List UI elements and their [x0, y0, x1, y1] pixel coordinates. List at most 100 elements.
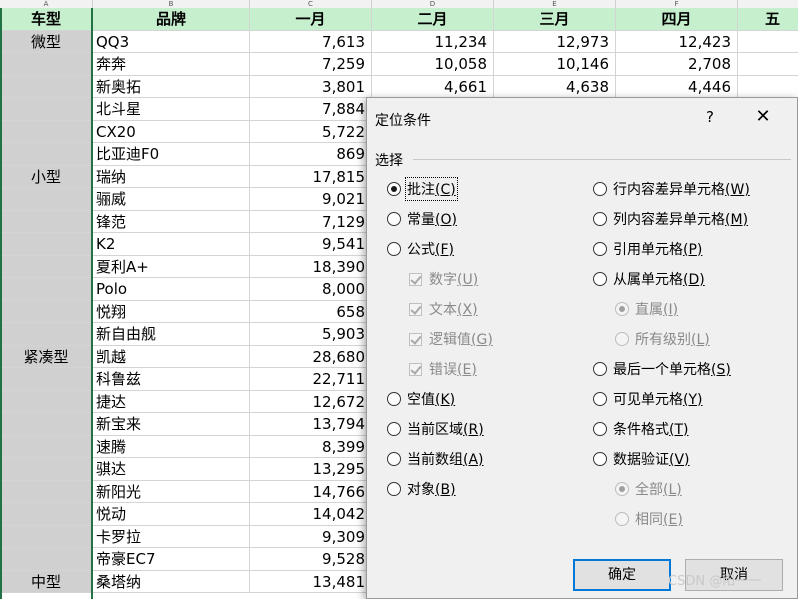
- column-letter[interactable]: E: [494, 0, 616, 8]
- table-cell[interactable]: 帝豪EC7: [93, 548, 250, 571]
- close-icon[interactable]: ✕: [751, 106, 775, 127]
- radio-option[interactable]: 列内容差异单元格(M): [593, 209, 748, 229]
- table-cell[interactable]: 9,309: [250, 525, 372, 548]
- table-cell[interactable]: 9,021: [250, 188, 372, 211]
- radio-option[interactable]: 从属单元格(D): [593, 269, 705, 289]
- table-cell[interactable]: [0, 413, 93, 436]
- table-cell[interactable]: 悦翔: [93, 300, 250, 323]
- column-letter[interactable]: A: [0, 0, 93, 8]
- table-cell[interactable]: 9,541: [250, 233, 372, 256]
- radio-option[interactable]: 常量(O): [387, 209, 457, 229]
- table-cell[interactable]: [0, 255, 93, 278]
- table-cell[interactable]: 11,234: [372, 30, 494, 53]
- radio-option[interactable]: 可见单元格(Y): [593, 389, 703, 409]
- table-cell[interactable]: [0, 300, 93, 323]
- table-cell[interactable]: 658: [250, 300, 372, 323]
- table-cell[interactable]: 桑塔纳: [93, 570, 250, 593]
- table-cell[interactable]: [0, 120, 93, 143]
- header-cell[interactable]: 二月: [372, 8, 494, 31]
- column-letter[interactable]: F: [616, 0, 738, 8]
- table-cell[interactable]: 8,000: [250, 278, 372, 301]
- table-cell[interactable]: [0, 210, 93, 233]
- table-cell[interactable]: 锋范: [93, 210, 250, 233]
- table-cell[interactable]: [738, 76, 798, 98]
- table-cell[interactable]: 2,708: [616, 53, 738, 76]
- radio-option[interactable]: 当前数组(A): [387, 449, 484, 469]
- table-cell[interactable]: 12,973: [494, 30, 616, 53]
- table-cell[interactable]: 骊威: [93, 188, 250, 211]
- table-cell[interactable]: 新奥拓: [93, 75, 250, 98]
- header-cell[interactable]: 五: [738, 8, 798, 31]
- table-cell[interactable]: 28,680: [250, 345, 372, 368]
- table-cell[interactable]: 13,794: [250, 413, 372, 436]
- table-cell[interactable]: 8,399: [250, 435, 372, 458]
- table-cell[interactable]: 科鲁兹: [93, 368, 250, 391]
- table-cell[interactable]: 7,259: [250, 53, 372, 76]
- table-cell[interactable]: 10,058: [372, 53, 494, 76]
- table-cell[interactable]: 13,295: [250, 458, 372, 481]
- table-cell[interactable]: [0, 390, 93, 413]
- header-cell[interactable]: 三月: [494, 8, 616, 31]
- table-cell[interactable]: [0, 188, 93, 211]
- table-cell[interactable]: [0, 98, 93, 121]
- table-cell[interactable]: [738, 53, 798, 76]
- column-letter[interactable]: D: [372, 0, 494, 8]
- table-cell[interactable]: QQ3: [93, 30, 250, 53]
- table-cell[interactable]: 4,661: [372, 75, 494, 98]
- radio-option[interactable]: 条件格式(T): [593, 419, 689, 439]
- table-cell[interactable]: 紧凑型: [0, 345, 93, 368]
- table-cell[interactable]: 14,042: [250, 503, 372, 526]
- radio-option[interactable]: 批注(C): [387, 177, 458, 201]
- table-cell[interactable]: 869: [250, 143, 372, 166]
- help-icon[interactable]: ?: [700, 108, 720, 126]
- table-cell[interactable]: 3,801: [250, 75, 372, 98]
- table-cell[interactable]: 9,528: [250, 548, 372, 571]
- table-cell[interactable]: 瑞纳: [93, 165, 250, 188]
- table-cell[interactable]: 骐达: [93, 458, 250, 481]
- table-cell[interactable]: 速腾: [93, 435, 250, 458]
- radio-option[interactable]: 公式(F): [387, 239, 454, 259]
- header-cell[interactable]: 品牌: [93, 8, 250, 31]
- table-cell[interactable]: [0, 278, 93, 301]
- table-cell[interactable]: 凯越: [93, 345, 250, 368]
- table-cell[interactable]: [0, 548, 93, 571]
- table-cell[interactable]: 12,423: [616, 30, 738, 53]
- table-cell[interactable]: Polo: [93, 278, 250, 301]
- table-cell[interactable]: 新宝来: [93, 413, 250, 436]
- table-cell[interactable]: 北斗星: [93, 98, 250, 121]
- table-cell[interactable]: 奔奔: [93, 53, 250, 76]
- table-cell[interactable]: 比亚迪F0: [93, 143, 250, 166]
- table-cell[interactable]: [0, 368, 93, 391]
- table-cell[interactable]: [0, 525, 93, 548]
- table-cell[interactable]: 捷达: [93, 390, 250, 413]
- ok-button[interactable]: 确定: [573, 559, 671, 591]
- table-cell[interactable]: [0, 143, 93, 166]
- table-cell[interactable]: 13,481: [250, 570, 372, 593]
- table-cell[interactable]: [0, 323, 93, 346]
- table-cell[interactable]: [0, 435, 93, 458]
- table-cell[interactable]: 微型: [0, 30, 93, 53]
- table-cell[interactable]: 7,613: [250, 30, 372, 53]
- radio-option[interactable]: 对象(B): [387, 479, 456, 499]
- table-cell[interactable]: 小型: [0, 165, 93, 188]
- table-cell[interactable]: 悦动: [93, 503, 250, 526]
- radio-option[interactable]: 空值(K): [387, 389, 455, 409]
- table-cell[interactable]: 新阳光: [93, 480, 250, 503]
- table-cell[interactable]: 4,638: [494, 75, 616, 98]
- table-cell[interactable]: 7,884: [250, 98, 372, 121]
- table-cell[interactable]: 22,711: [250, 368, 372, 391]
- table-cell[interactable]: K2: [93, 233, 250, 256]
- column-letter[interactable]: C: [250, 0, 372, 8]
- radio-option[interactable]: 行内容差异单元格(W): [593, 179, 750, 199]
- header-cell[interactable]: 四月: [616, 8, 738, 31]
- table-cell[interactable]: 5,722: [250, 120, 372, 143]
- table-cell[interactable]: 4,446: [616, 75, 738, 98]
- table-cell[interactable]: 新自由舰: [93, 323, 250, 346]
- table-cell[interactable]: [0, 458, 93, 481]
- table-cell[interactable]: 中型: [0, 570, 93, 593]
- column-letter[interactable]: B: [93, 0, 250, 8]
- table-cell[interactable]: 17,815: [250, 165, 372, 188]
- header-cell[interactable]: 一月: [250, 8, 372, 31]
- table-cell[interactable]: 18,390: [250, 255, 372, 278]
- table-cell[interactable]: [0, 503, 93, 526]
